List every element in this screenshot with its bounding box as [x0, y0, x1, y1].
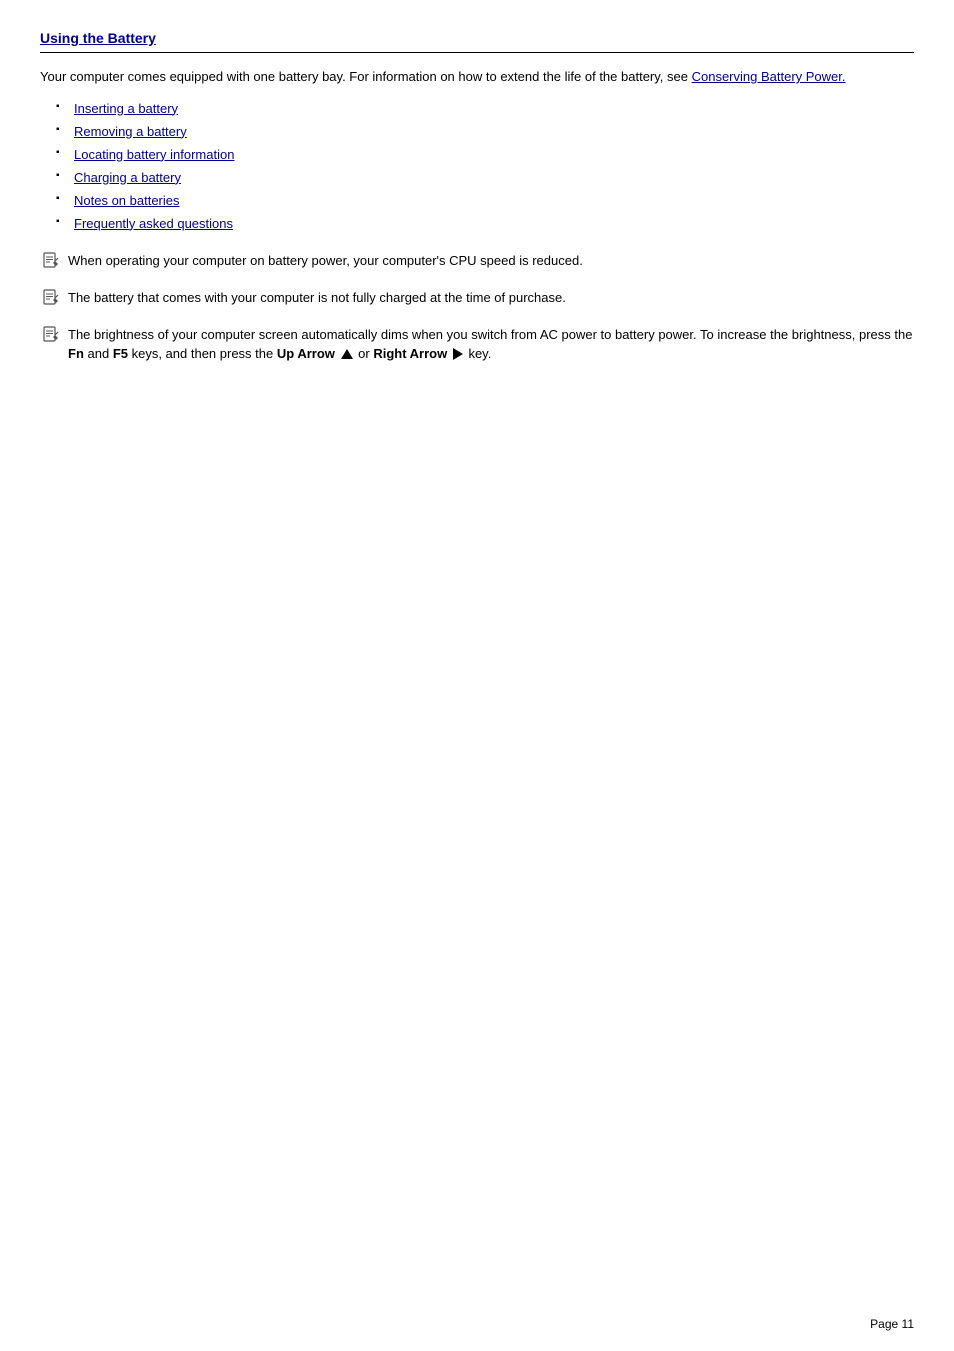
note-2-text: The battery that comes with your compute… — [68, 288, 914, 308]
right-arrow-icon — [453, 348, 463, 360]
list-item: Charging a battery — [60, 170, 914, 185]
intro-paragraph: Your computer comes equipped with one ba… — [40, 67, 914, 87]
note-icon — [40, 287, 62, 309]
topic-list: Inserting a battery Removing a battery L… — [60, 101, 914, 231]
list-item: Removing a battery — [60, 124, 914, 139]
charging-battery-link[interactable]: Charging a battery — [74, 170, 181, 185]
note-2: The battery that comes with your compute… — [40, 288, 914, 309]
list-item: Frequently asked questions — [60, 216, 914, 231]
list-item: Locating battery information — [60, 147, 914, 162]
locating-battery-link[interactable]: Locating battery information — [74, 147, 234, 162]
note-3-text: The brightness of your computer screen a… — [68, 325, 914, 364]
page-title: Using the Battery — [40, 30, 914, 46]
note-icon — [40, 324, 62, 346]
list-item: Notes on batteries — [60, 193, 914, 208]
note-1-text: When operating your computer on battery … — [68, 251, 914, 271]
title-divider — [40, 52, 914, 53]
removing-battery-link[interactable]: Removing a battery — [74, 124, 187, 139]
page-footer: Page 11 — [870, 1317, 914, 1331]
note-1: When operating your computer on battery … — [40, 251, 914, 272]
conserving-battery-link[interactable]: Conserving Battery Power. — [692, 69, 846, 84]
page-number: Page 11 — [870, 1317, 914, 1331]
notes-batteries-link[interactable]: Notes on batteries — [74, 193, 180, 208]
faq-link[interactable]: Frequently asked questions — [74, 216, 233, 231]
intro-text: Your computer comes equipped with one ba… — [40, 69, 688, 84]
up-arrow-icon — [341, 349, 353, 359]
list-item: Inserting a battery — [60, 101, 914, 116]
page-container: Using the Battery Your computer comes eq… — [0, 0, 954, 440]
note-icon — [40, 250, 62, 272]
note-3: The brightness of your computer screen a… — [40, 325, 914, 364]
inserting-battery-link[interactable]: Inserting a battery — [74, 101, 178, 116]
